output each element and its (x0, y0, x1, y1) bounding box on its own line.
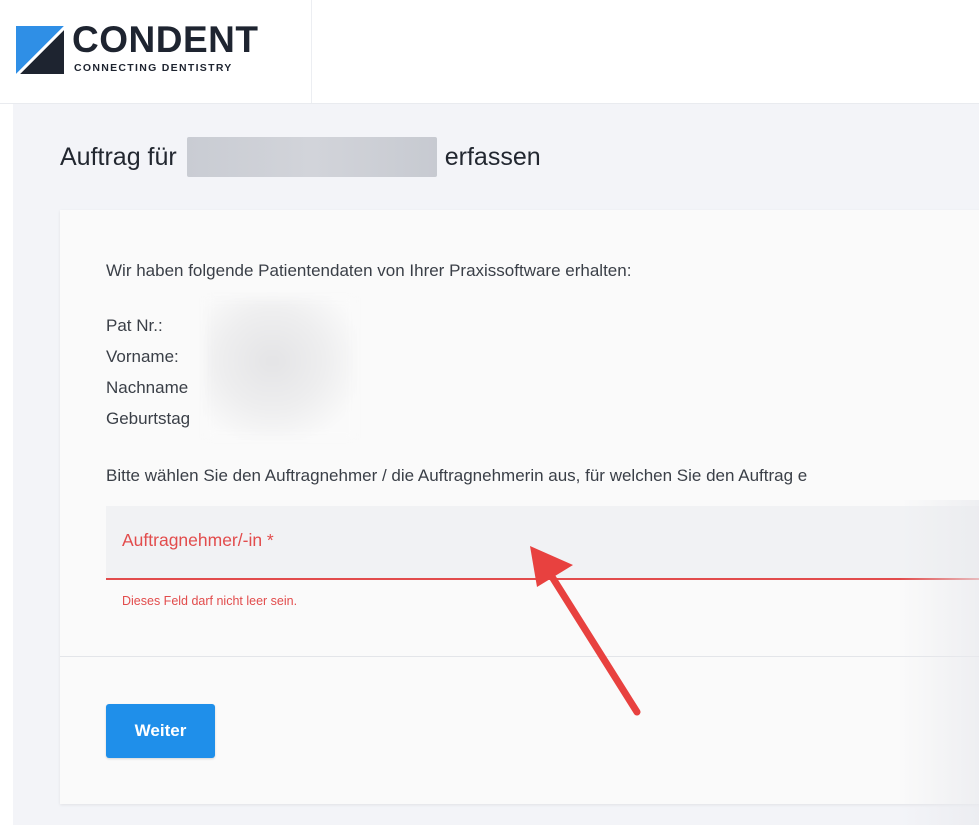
contractor-field-label: Auftragnehmer/-in * (122, 530, 274, 550)
brand-logo[interactable]: CONDENT CONNECTING DENTISTRY (0, 0, 312, 103)
card-divider (60, 656, 979, 657)
top-bar: CONDENT CONNECTING DENTISTRY (0, 0, 979, 104)
redacted-patient-name (186, 137, 437, 177)
page-title-suffix: erfassen (444, 142, 541, 171)
contractor-select-field[interactable]: Auftragnehmer/-in * (106, 506, 979, 580)
birthday-label: Geburtstag (106, 409, 191, 428)
left-edge (0, 104, 13, 825)
redacted-patient-data (205, 298, 355, 438)
patient-number-label: Pat Nr.: (106, 316, 163, 335)
last-name-label: Nachname (106, 378, 189, 397)
brand-name: CONDENT (72, 19, 259, 60)
condent-logo-icon (16, 26, 64, 74)
first-name-label: Vorname: (106, 347, 179, 366)
select-contractor-prompt: Bitte wählen Sie den Auftragnehmer / die… (106, 466, 808, 485)
intro-text: Wir haben folgende Patientendaten von Ih… (106, 261, 632, 280)
brand-tagline: CONNECTING DENTISTRY (74, 62, 233, 74)
weiter-button[interactable]: Weiter (106, 704, 215, 758)
page-title: Auftrag für erfassen (60, 137, 541, 177)
page-title-prefix: Auftrag für (60, 142, 177, 171)
order-form-card: Wir haben folgende Patientendaten von Ih… (60, 210, 979, 804)
field-error-message: Dieses Feld darf nicht leer sein. (122, 594, 298, 608)
